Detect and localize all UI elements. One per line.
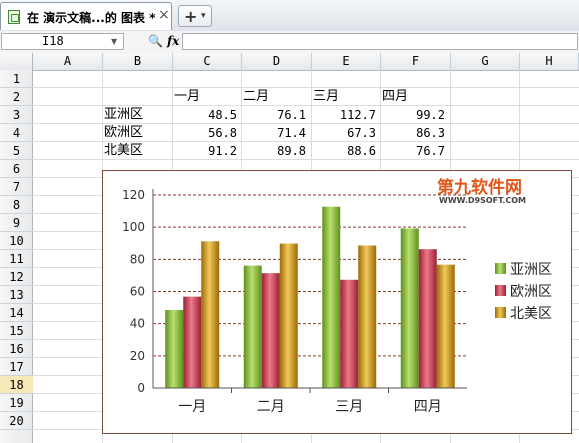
- row-header[interactable]: 9: [0, 214, 33, 232]
- y-tick-label: 100: [122, 220, 145, 234]
- spreadsheet-icon: [8, 10, 20, 24]
- select-all-corner[interactable]: [0, 53, 33, 70]
- row-header[interactable]: 13: [0, 286, 33, 304]
- column-header-b[interactable]: B: [103, 53, 173, 70]
- header-cell[interactable]: 三月: [313, 88, 339, 106]
- embedded-chart[interactable]: 0 20 40 60 80 100 120 一月 二月 三月 四月 亚洲区欧洲区北美区 第九软件网 …: [102, 170, 572, 434]
- value-cell[interactable]: 112.7: [311, 106, 376, 124]
- bar-亚洲区-三月[interactable]: [322, 206, 341, 388]
- formula-bar: I18 ▼ 🔍 fx: [0, 31, 579, 54]
- row-header[interactable]: 17: [0, 358, 33, 376]
- value-cell[interactable]: 76.1: [241, 106, 306, 124]
- region-label[interactable]: 亚洲区: [104, 106, 143, 124]
- row-header[interactable]: 19: [0, 394, 33, 412]
- column-header-c[interactable]: C: [173, 53, 242, 70]
- value-cell[interactable]: 76.7: [380, 142, 445, 160]
- bar-北美区-三月[interactable]: [358, 245, 377, 388]
- legend-label: 北美区: [510, 306, 552, 322]
- y-tick-label: 60: [130, 285, 145, 299]
- bar-北美区-二月[interactable]: [279, 243, 298, 388]
- x-tick-label: 二月: [257, 399, 285, 415]
- row-header[interactable]: 6: [0, 160, 33, 178]
- row-header[interactable]: 11: [0, 250, 33, 268]
- column-header-f[interactable]: F: [381, 53, 451, 70]
- value-cell[interactable]: 48.5: [172, 106, 237, 124]
- legend-label: 亚洲区: [510, 262, 552, 278]
- bar-欧洲区-二月[interactable]: [261, 273, 280, 388]
- y-tick-label: 40: [130, 317, 145, 331]
- row-header[interactable]: 8: [0, 196, 33, 214]
- bar-亚洲区-二月[interactable]: [243, 265, 262, 388]
- row-header-active[interactable]: 18: [0, 376, 33, 394]
- function-icon[interactable]: fx: [167, 34, 179, 48]
- chevron-down-icon[interactable]: ▼: [111, 37, 117, 46]
- header-cell[interactable]: 二月: [243, 88, 269, 106]
- legend-label: 欧洲区: [510, 284, 552, 300]
- row-header[interactable]: 2: [0, 88, 33, 106]
- x-tick-label: 三月: [335, 399, 363, 415]
- bar-北美区-四月[interactable]: [436, 264, 455, 388]
- region-label[interactable]: 北美区: [104, 142, 143, 160]
- row-header[interactable]: 5: [0, 142, 33, 160]
- column-header-g[interactable]: G: [451, 53, 520, 70]
- value-cell[interactable]: 99.2: [380, 106, 445, 124]
- x-tick-label: 一月: [178, 399, 206, 415]
- name-box[interactable]: I18: [1, 33, 124, 50]
- y-tick-label: 20: [130, 349, 145, 363]
- document-title: 在 演示文稿...的 图表 *: [27, 11, 156, 25]
- plus-icon: +: [184, 7, 198, 26]
- x-tick-label: 四月: [414, 399, 442, 415]
- document-tab[interactable]: 在 演示文稿...的 图表 * ×: [0, 2, 172, 30]
- row-headers: 1 2 3 4 5 6 7 8 9 10 11 12 13 14 15 16 1…: [0, 70, 33, 443]
- watermark-logo: 第九软件网 WWW.D9SOFT.COM: [433, 175, 563, 205]
- column-header-h[interactable]: H: [520, 53, 579, 70]
- row-header[interactable]: 3: [0, 106, 33, 124]
- row-header[interactable]: 15: [0, 322, 33, 340]
- bar-北美区-一月[interactable]: [201, 241, 220, 388]
- y-tick-label: 0: [137, 381, 145, 395]
- value-cell[interactable]: 89.8: [241, 142, 306, 160]
- row-header[interactable]: 1: [0, 70, 33, 88]
- column-header-e[interactable]: E: [312, 53, 381, 70]
- value-cell[interactable]: 56.8: [172, 124, 237, 142]
- region-label[interactable]: 欧洲区: [104, 124, 143, 142]
- value-cell[interactable]: 91.2: [172, 142, 237, 160]
- formula-input[interactable]: [182, 33, 578, 50]
- row-header[interactable]: 20: [0, 412, 33, 430]
- value-cell[interactable]: 86.3: [380, 124, 445, 142]
- column-header-a[interactable]: A: [33, 53, 103, 70]
- bar-chart: 0 20 40 60 80 100 120 一月 二月 三月 四月 亚洲区欧洲区北美区: [122, 188, 552, 415]
- chevron-down-icon[interactable]: ▾: [201, 11, 206, 21]
- zoom-icon[interactable]: 🔍: [148, 34, 163, 48]
- legend-swatch: [495, 263, 506, 274]
- row-header[interactable]: 14: [0, 304, 33, 322]
- row-header[interactable]: 12: [0, 268, 33, 286]
- bar-亚洲区-四月[interactable]: [400, 228, 419, 388]
- legend-swatch: [495, 285, 506, 296]
- row-header[interactable]: 7: [0, 178, 33, 196]
- value-cell[interactable]: 67.3: [311, 124, 376, 142]
- bar-欧洲区-四月[interactable]: [418, 249, 437, 388]
- new-tab-button[interactable]: + ▾: [178, 5, 212, 27]
- document-tab-bar: 在 演示文稿...的 图表 * × + ▾: [0, 0, 579, 32]
- legend-swatch: [495, 307, 506, 318]
- bar-欧洲区-三月[interactable]: [340, 279, 359, 388]
- row-header[interactable]: 10: [0, 232, 33, 250]
- row-header[interactable]: 16: [0, 340, 33, 358]
- watermark-text: 第九软件网: [437, 177, 522, 198]
- column-header-d[interactable]: D: [242, 53, 312, 70]
- y-tick-label: 120: [122, 188, 145, 202]
- bar-亚洲区-一月[interactable]: [165, 309, 184, 388]
- value-cell[interactable]: 71.4: [241, 124, 306, 142]
- close-icon[interactable]: ×: [158, 7, 170, 23]
- value-cell[interactable]: 88.6: [311, 142, 376, 160]
- column-headers: A B C D E F G H: [0, 53, 579, 71]
- header-cell[interactable]: 一月: [174, 88, 200, 106]
- watermark-url: WWW.D9SOFT.COM: [439, 196, 526, 205]
- y-tick-label: 80: [130, 252, 145, 266]
- header-cell[interactable]: 四月: [382, 88, 408, 106]
- row-header[interactable]: 4: [0, 124, 33, 142]
- bar-欧洲区-一月[interactable]: [183, 296, 202, 388]
